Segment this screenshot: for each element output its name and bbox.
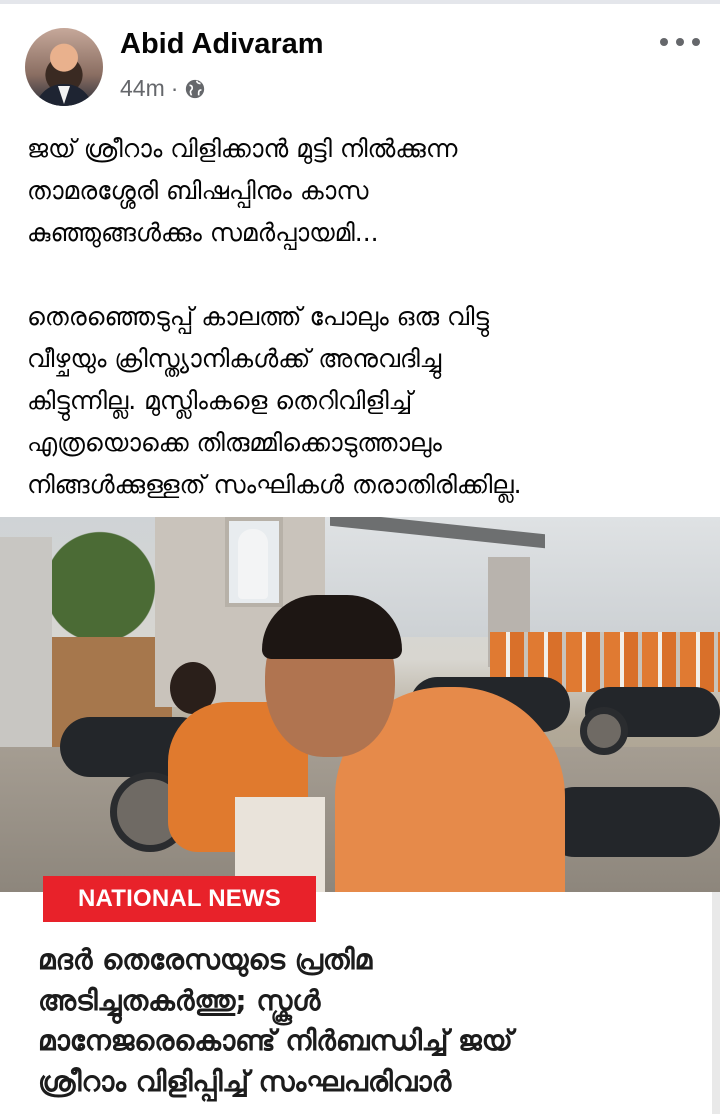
meta-separator: · [170, 75, 179, 101]
post-text-line: നിങ്ങൾക്കുള്ളത് സംഘികൾ തരാതിരിക്കില്ല. [27, 470, 522, 499]
news-category-tag: NATIONAL NEWS [43, 876, 316, 922]
post-text-line: കുഞ്ഞുങ്ങൾക്കും സമർപ്പായമി... [27, 218, 379, 247]
post-text-line: കിട്ടുന്നില്ല. മുസ്ലിംകളെ തെറിവിളിച്ച് [27, 386, 413, 415]
news-headline[interactable]: മദർ തെരേസയുടെ പ്രതിമ അടിച്ചുതകർത്തു; സ്ക… [38, 940, 698, 1102]
globe-icon[interactable] [184, 78, 206, 100]
more-dot [676, 38, 684, 46]
more-options-icon[interactable] [660, 32, 700, 52]
post-text-line: ജയ് ശ്രീറാം വിളിക്കാൻ മുട്ടി നിൽക്കുന്ന [27, 134, 458, 163]
headline-line: ശ്രീറാം വിളിപ്പിച്ച് സംഘപരിവാർ [38, 1064, 452, 1098]
post-header: Abid Adivaram 44m · [0, 14, 720, 114]
post-text-line: എത്രയൊക്കെ തിരുമ്മിക്കൊടുത്താലും [27, 428, 442, 457]
post-text-blank-line [27, 254, 707, 296]
more-dot [660, 38, 668, 46]
post-meta: 44m · [120, 75, 206, 102]
more-dot [692, 38, 700, 46]
post-text-line: വീഴ്ചയും ക്രിസ്ത്യാനികൾക്ക് അനുവദിച്ചു [27, 344, 442, 373]
statue [238, 529, 268, 599]
top-divider [0, 0, 720, 4]
card-edge [712, 892, 720, 1114]
post-text-line: തെരഞ്ഞെടുപ്പ് കാലത്ത് പോലും ഒരു വിട്ടു [27, 302, 490, 331]
headline-line: മദർ തെരേസയുടെ പ്രതിമ [38, 943, 373, 976]
motorbike [540, 787, 720, 857]
post-text: ജയ് ശ്രീറാം വിളിക്കാൻ മുട്ടി നിൽക്കുന്ന … [27, 128, 707, 506]
post-time[interactable]: 44m [120, 75, 165, 102]
news-photo[interactable] [0, 517, 720, 892]
post-text-line: താമരശ്ശേരി ബിഷപ്പിനും കാസ [27, 176, 369, 205]
author-name[interactable]: Abid Adivaram [120, 28, 324, 61]
motorbike-wheel [580, 707, 628, 755]
headline-line: മാനേജരെകൊണ്ട് നിർബന്ധിച്ച് ജയ് [38, 1024, 513, 1057]
avatar[interactable] [25, 28, 103, 106]
headline-line: അടിച്ചുതകർത്തു; സ്കൂൾ [38, 983, 321, 1017]
